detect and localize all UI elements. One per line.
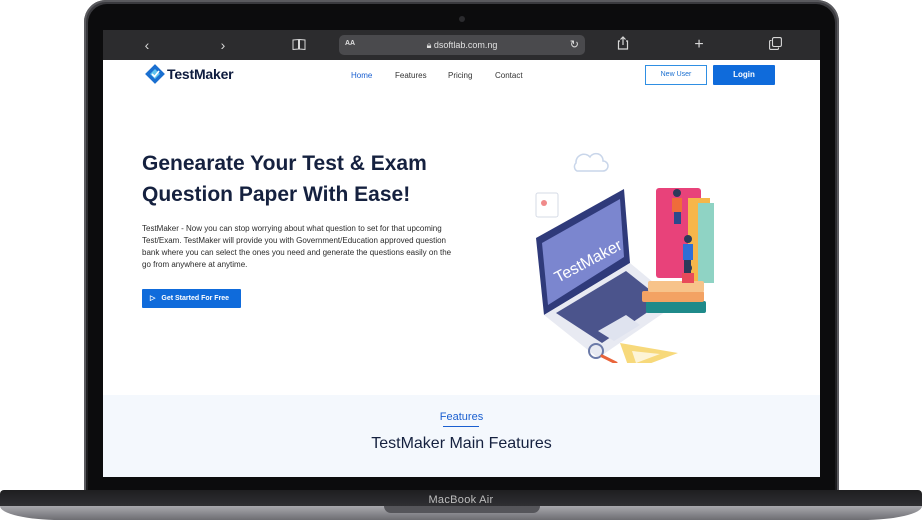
url-text: dsoftlab.com.ng <box>433 40 498 50</box>
features-section: Features TestMaker Main Features <box>103 395 820 477</box>
nav-home[interactable]: Home <box>351 71 372 80</box>
laptop-base: MacBook Air <box>0 490 922 530</box>
new-user-button[interactable]: New User <box>645 65 707 85</box>
plus-icon[interactable]: + <box>689 36 709 54</box>
tabs-icon[interactable] <box>765 36 785 54</box>
reload-icon[interactable]: ↻ <box>570 38 579 51</box>
get-started-button[interactable]: ▷ Get Started For Free <box>142 289 241 308</box>
brand-name: TestMaker <box>167 66 234 82</box>
address-bar[interactable]: AA 🔒︎ dsoftlab.com.ng ↻ <box>339 35 585 55</box>
camera-icon <box>459 16 465 22</box>
laptop-frame: ‹ › AA 🔒︎ dsoftlab.com.ng ↻ + TestMaker … <box>0 0 922 530</box>
browser-screen: ‹ › AA 🔒︎ dsoftlab.com.ng ↻ + TestMaker … <box>103 30 820 477</box>
lid-opening-notch <box>384 506 540 513</box>
hero-description: TestMaker - Now you can stop worrying ab… <box>142 224 452 269</box>
hero-title: Genearate Your Test & Exam Question Pape… <box>142 152 427 206</box>
login-button[interactable]: Login <box>713 65 775 85</box>
nav-features[interactable]: Features <box>395 71 427 80</box>
chevron-left-icon[interactable]: ‹ <box>137 36 157 54</box>
brand-logo[interactable]: TestMaker <box>145 64 234 84</box>
play-icon: ▷ <box>150 295 156 302</box>
share-icon[interactable] <box>613 36 633 54</box>
get-started-label: Get Started For Free <box>161 295 230 302</box>
hero-illustration: TestMaker <box>528 143 723 371</box>
device-label: MacBook Air <box>428 494 494 506</box>
book-icon[interactable] <box>289 36 309 54</box>
nav-contact[interactable]: Contact <box>495 71 523 80</box>
features-divider <box>443 426 479 427</box>
browser-toolbar: ‹ › AA 🔒︎ dsoftlab.com.ng ↻ + <box>103 30 820 60</box>
web-page: TestMaker Home Features Pricing Contact … <box>103 60 820 477</box>
chevron-right-icon[interactable]: › <box>213 36 233 54</box>
nav-pricing[interactable]: Pricing <box>448 71 472 80</box>
features-label: Features <box>439 411 484 423</box>
lock-icon: 🔒︎ <box>426 40 432 50</box>
features-title: TestMaker Main Features <box>371 435 552 452</box>
testmaker-logo-icon <box>145 64 165 84</box>
